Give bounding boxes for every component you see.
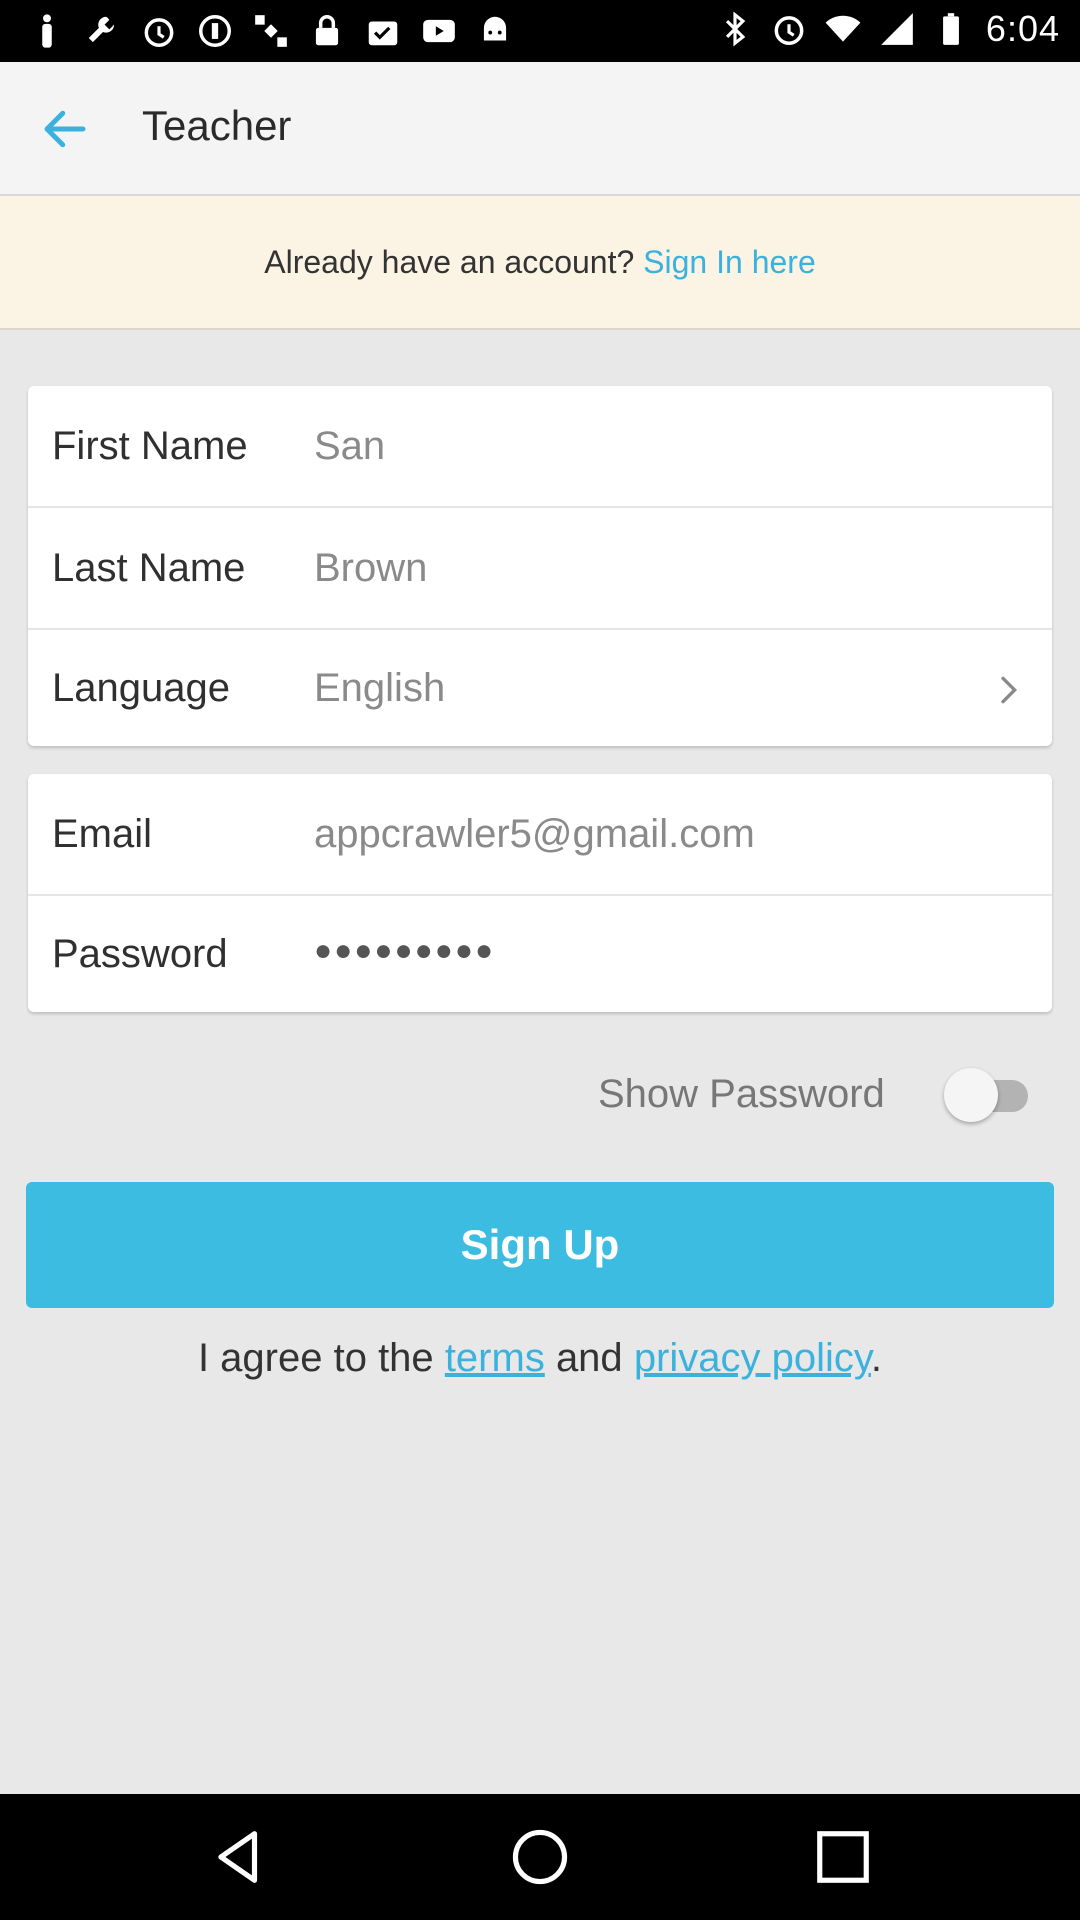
status-bar: 6:04: [0, 0, 1080, 62]
language-select[interactable]: English: [314, 666, 445, 711]
profile-card: First Name San Last Name Brown Language …: [28, 386, 1052, 746]
sign-up-button[interactable]: Sign Up: [26, 1182, 1054, 1308]
alarm-icon: [144, 18, 174, 47]
first-name-field[interactable]: San: [314, 424, 385, 469]
sign-in-link[interactable]: Sign In here: [643, 244, 816, 281]
account-card: Email appcrawler5@gmail.com Password ●●●…: [28, 774, 1052, 1012]
navigation-bar: [0, 1794, 1080, 1920]
person-icon: [42, 14, 52, 48]
record-icon: [199, 15, 231, 47]
toggle-knob: [944, 1068, 998, 1122]
agree-prefix: I agree to the: [197, 1336, 434, 1380]
last-name-label: Last Name: [52, 545, 246, 590]
satellite-icon: [255, 15, 287, 47]
terms-link[interactable]: terms: [445, 1336, 545, 1380]
password-row[interactable]: Password ●●●●●●●●●: [28, 896, 1052, 1012]
password-field[interactable]: ●●●●●●●●●: [314, 934, 495, 968]
email-label: Email: [52, 811, 153, 856]
recents-nav-icon[interactable]: [812, 1826, 874, 1888]
language-label: Language: [52, 665, 230, 710]
sign-in-banner: Already have an account? Sign In here: [0, 196, 1080, 330]
language-row[interactable]: Language English: [28, 630, 1052, 746]
clipboard-check-icon: [368, 21, 398, 46]
terms-agreement: I agree to the terms and privacy policy.: [0, 1336, 1080, 1381]
page-title: Teacher: [142, 102, 292, 149]
back-nav-icon[interactable]: [208, 1826, 270, 1888]
wifi-icon: [825, 15, 861, 42]
sign-in-prompt: Already have an account?: [264, 243, 635, 280]
last-name-field[interactable]: Brown: [314, 546, 427, 591]
youtube-icon: [423, 19, 455, 43]
wrench-icon: [88, 16, 115, 43]
clock: 6:04: [985, 8, 1060, 49]
last-name-row[interactable]: Last Name Brown: [28, 508, 1052, 630]
bluetooth-icon: [725, 11, 746, 47]
first-name-row[interactable]: First Name San: [28, 386, 1052, 508]
home-nav-icon[interactable]: [509, 1826, 571, 1888]
first-name-label: First Name: [52, 423, 248, 468]
android-icon: [483, 16, 507, 41]
email-row[interactable]: Email appcrawler5@gmail.com: [28, 774, 1052, 896]
alarm-icon: [774, 16, 804, 45]
app-bar: Teacher: [0, 62, 1080, 196]
arrow-back-icon[interactable]: [38, 102, 92, 156]
show-password-label: Show Password: [598, 1072, 885, 1116]
agree-suffix: .: [870, 1336, 883, 1380]
lock-icon: [315, 15, 339, 46]
battery-icon: [943, 13, 959, 45]
show-password-toggle[interactable]: [940, 1068, 1040, 1124]
password-label: Password: [52, 931, 228, 976]
chevron-right-icon[interactable]: [988, 670, 1028, 710]
signal-icon: [881, 13, 913, 45]
agree-and: and: [555, 1336, 623, 1380]
email-field[interactable]: appcrawler5@gmail.com: [314, 812, 755, 857]
privacy-policy-link[interactable]: privacy policy: [634, 1336, 871, 1380]
